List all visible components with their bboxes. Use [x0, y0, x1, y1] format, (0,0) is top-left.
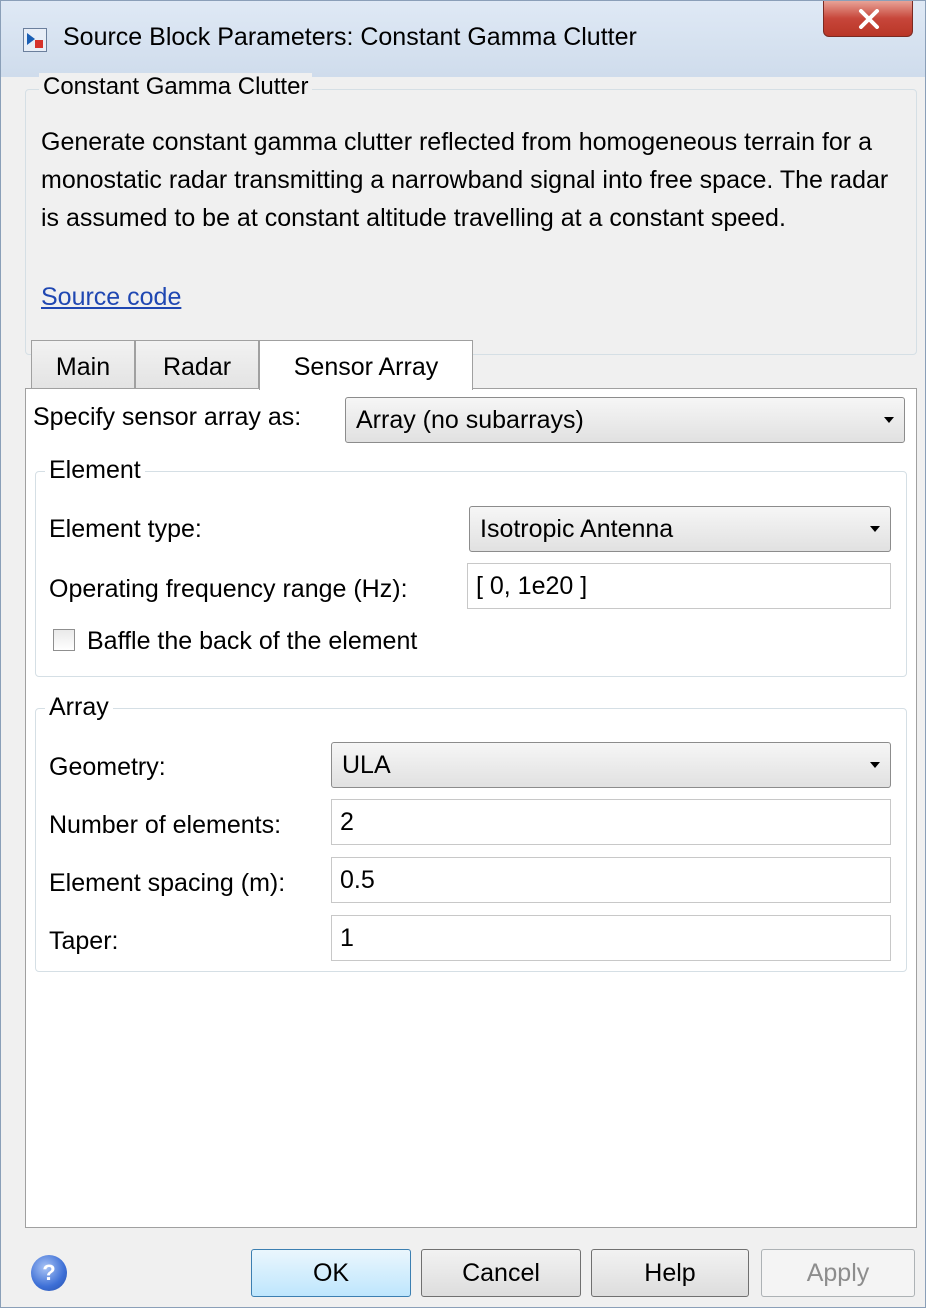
- title-bar[interactable]: Source Block Parameters: Constant Gamma …: [1, 1, 925, 77]
- dropdown-arrow-icon: [870, 762, 880, 768]
- dropdown-arrow-icon: [884, 417, 894, 423]
- element-type-label: Element type:: [49, 515, 202, 543]
- geometry-select[interactable]: ULA: [331, 742, 891, 788]
- taper-label: Taper:: [49, 927, 119, 955]
- apply-button[interactable]: Apply: [761, 1249, 915, 1297]
- source-code-link[interactable]: Source code: [41, 283, 181, 312]
- simulink-block-icon: [23, 28, 47, 52]
- close-button[interactable]: [823, 1, 913, 37]
- close-icon: [859, 9, 879, 29]
- frequency-range-field[interactable]: [ 0, 1e20 ]: [467, 563, 891, 609]
- baffle-checkbox[interactable]: [53, 629, 75, 651]
- dropdown-arrow-icon: [870, 526, 880, 532]
- baffle-label: Baffle the back of the element: [87, 627, 418, 655]
- element-type-select[interactable]: Isotropic Antenna: [469, 506, 891, 552]
- number-of-elements-label: Number of elements:: [49, 811, 282, 839]
- specify-sensor-array-value: Array (no subarrays): [356, 406, 584, 434]
- description-heading: Constant Gamma Clutter: [39, 73, 313, 101]
- frequency-range-label: Operating frequency range (Hz):: [49, 575, 408, 603]
- help-button[interactable]: Help: [591, 1249, 749, 1297]
- dialog-window: Source Block Parameters: Constant Gamma …: [0, 0, 926, 1308]
- geometry-value: ULA: [342, 751, 391, 779]
- element-spacing-field[interactable]: 0.5: [331, 857, 891, 903]
- element-group-legend: Element: [45, 456, 145, 485]
- specify-sensor-array-select[interactable]: Array (no subarrays): [345, 397, 905, 443]
- cancel-button[interactable]: Cancel: [421, 1249, 581, 1297]
- element-spacing-label: Element spacing (m):: [49, 869, 286, 897]
- number-of-elements-field[interactable]: 2: [331, 799, 891, 845]
- help-icon[interactable]: ?: [31, 1255, 67, 1291]
- taper-field[interactable]: 1: [331, 915, 891, 961]
- element-type-value: Isotropic Antenna: [480, 515, 674, 543]
- window-title: Source Block Parameters: Constant Gamma …: [63, 23, 637, 51]
- tab-main[interactable]: Main: [31, 340, 135, 388]
- help-icon-glyph: ?: [42, 1260, 56, 1285]
- description-text: Generate constant gamma clutter reflecte…: [41, 128, 889, 232]
- tab-sensor-array[interactable]: Sensor Array: [259, 340, 473, 390]
- tab-radar[interactable]: Radar: [135, 340, 259, 388]
- geometry-label: Geometry:: [49, 753, 166, 781]
- array-group-legend: Array: [45, 693, 113, 722]
- specify-sensor-array-label: Specify sensor array as:: [33, 403, 302, 431]
- ok-button[interactable]: OK: [251, 1249, 411, 1297]
